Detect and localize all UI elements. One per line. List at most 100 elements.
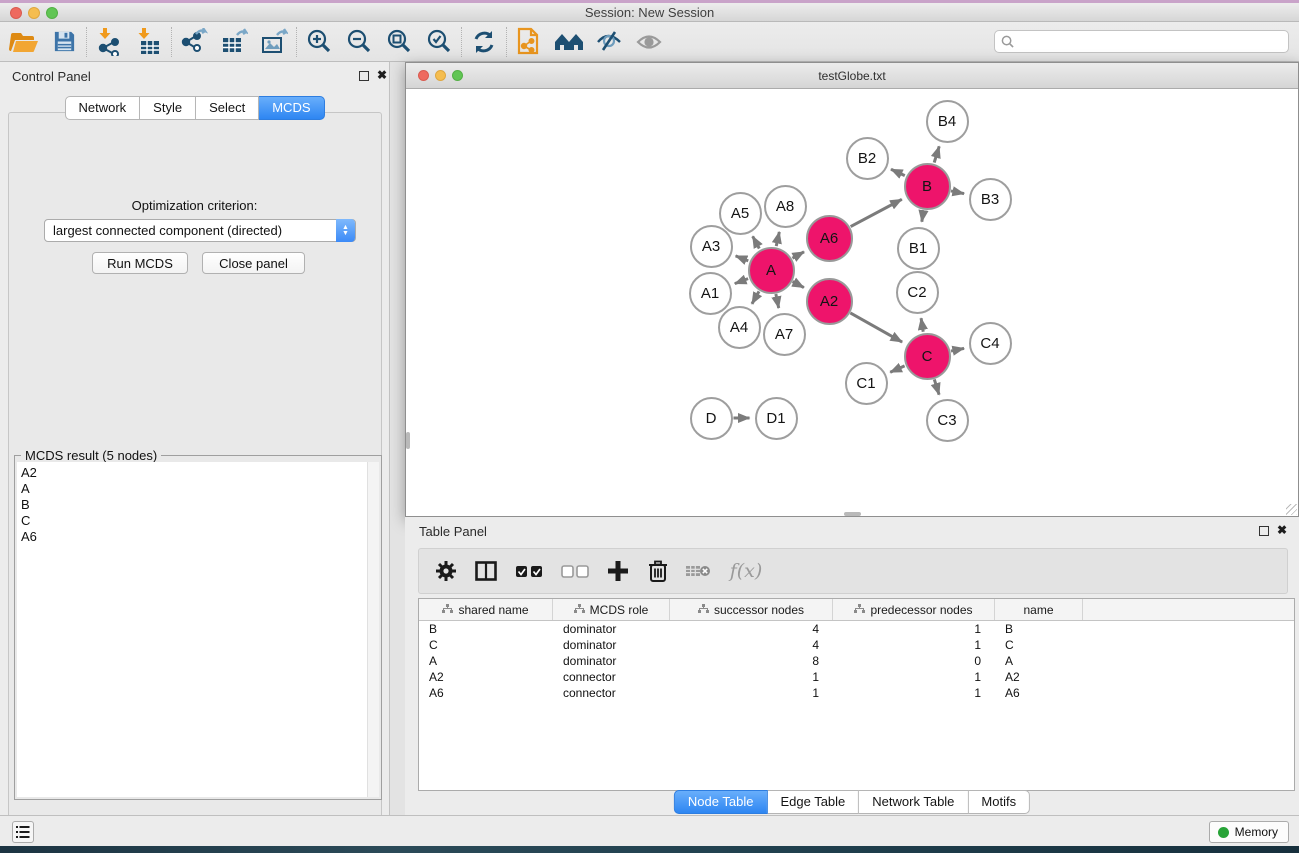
close-panel-icon[interactable]: ✖ xyxy=(377,68,387,82)
memory-button[interactable]: Memory xyxy=(1209,821,1289,843)
edge-A-A8[interactable] xyxy=(776,232,779,246)
tab-network[interactable]: Network xyxy=(64,96,140,120)
edge-A-A2[interactable] xyxy=(793,282,804,288)
deselect-all-columns-icon[interactable] xyxy=(559,556,591,586)
function-builder-icon[interactable]: f(x) xyxy=(725,556,767,586)
column-header-predecessor-nodes[interactable]: predecessor nodes xyxy=(833,599,995,620)
edge-C-C3[interactable] xyxy=(934,379,939,394)
tab-motifs[interactable]: Motifs xyxy=(968,790,1030,814)
close-panel-icon[interactable]: ✖ xyxy=(1277,523,1287,537)
task-history-button[interactable] xyxy=(12,821,34,843)
import-network-icon[interactable] xyxy=(89,25,129,59)
zoom-in-icon[interactable] xyxy=(299,25,339,59)
mcds-result-item[interactable]: A6 xyxy=(21,529,369,545)
edge-B-B3[interactable] xyxy=(951,191,964,194)
add-column-icon[interactable] xyxy=(605,556,631,586)
edge-B-B4[interactable] xyxy=(934,146,939,162)
graph-node-A3[interactable]: A3 xyxy=(690,225,733,268)
edge-A-A4[interactable] xyxy=(752,291,759,304)
graph-node-B1[interactable]: B1 xyxy=(897,227,940,270)
edge-B-B2[interactable] xyxy=(891,169,905,175)
search-field[interactable] xyxy=(994,30,1289,53)
edge-B-B1[interactable] xyxy=(922,210,924,222)
save-session-icon[interactable] xyxy=(44,25,84,59)
mcds-result-list[interactable]: A2ABCA6 xyxy=(17,462,369,797)
hide-panel-eye-icon[interactable] xyxy=(589,25,629,59)
close-panel-button[interactable]: Close panel xyxy=(202,252,305,274)
table-row[interactable]: A2connector11A2 xyxy=(419,669,1294,685)
search-input[interactable] xyxy=(1014,35,1288,49)
graph-node-A5[interactable]: A5 xyxy=(719,192,762,235)
tab-node-table[interactable]: Node Table xyxy=(674,790,768,814)
export-network-icon[interactable] xyxy=(174,25,214,59)
zoom-out-icon[interactable] xyxy=(339,25,379,59)
tab-network-table[interactable]: Network Table xyxy=(859,790,968,814)
delete-table-icon[interactable] xyxy=(685,556,711,586)
edge-A6-B[interactable] xyxy=(851,199,902,226)
graph-node-C[interactable]: C xyxy=(904,333,951,380)
tab-select[interactable]: Select xyxy=(196,96,259,120)
tab-style[interactable]: Style xyxy=(140,96,196,120)
graph-node-A[interactable]: A xyxy=(748,247,795,294)
open-file-icon[interactable] xyxy=(4,25,44,59)
graph-node-A7[interactable]: A7 xyxy=(763,313,806,356)
select-all-columns-icon[interactable] xyxy=(513,556,545,586)
graph-node-C4[interactable]: C4 xyxy=(969,322,1012,365)
float-panel-icon[interactable] xyxy=(359,71,369,81)
graph-node-D[interactable]: D xyxy=(690,397,733,440)
table-options-gear-icon[interactable] xyxy=(433,556,459,586)
edge-C-C1[interactable] xyxy=(890,366,904,372)
edge-A2-C[interactable] xyxy=(850,313,902,342)
network-canvas[interactable]: B4 B2 B B3 B1 A5A8A6 A3 A A1 C2 A2 A4A7 C4 C C1 C3 D D1 xyxy=(406,89,1298,516)
delete-column-trash-icon[interactable] xyxy=(645,556,671,586)
graph-node-A8[interactable]: A8 xyxy=(764,185,807,228)
table-row[interactable]: Cdominator41C xyxy=(419,637,1294,653)
edge-A-A6[interactable] xyxy=(792,252,804,258)
edge-A-A7[interactable] xyxy=(776,294,779,308)
mcds-result-scrollbar[interactable] xyxy=(367,462,379,797)
graph-node-D1[interactable]: D1 xyxy=(755,397,798,440)
table-row[interactable]: Bdominator41B xyxy=(419,621,1294,637)
graph-node-A1[interactable]: A1 xyxy=(689,272,732,315)
import-table-icon[interactable] xyxy=(129,25,169,59)
zoom-selected-icon[interactable] xyxy=(419,25,459,59)
resize-grip-icon[interactable] xyxy=(1286,504,1297,515)
graph-node-B4[interactable]: B4 xyxy=(926,100,969,143)
column-header-name[interactable]: name xyxy=(995,599,1083,620)
table-row[interactable]: A6connector11A6 xyxy=(419,685,1294,701)
graph-node-B[interactable]: B xyxy=(904,163,951,210)
mcds-result-item[interactable]: A2 xyxy=(21,465,369,481)
graph-node-C3[interactable]: C3 xyxy=(926,399,969,442)
tab-mcds[interactable]: MCDS xyxy=(259,96,324,120)
edge-A-A1[interactable] xyxy=(735,279,748,284)
mcds-result-item[interactable]: C xyxy=(21,513,369,529)
graph-node-B3[interactable]: B3 xyxy=(969,178,1012,221)
export-table-icon[interactable] xyxy=(214,25,254,59)
column-header-MCDS-role[interactable]: MCDS role xyxy=(553,599,670,620)
optimization-criterion-dropdown[interactable]: largest connected component (directed) ▲… xyxy=(44,219,356,242)
home-icon[interactable] xyxy=(549,25,589,59)
graph-node-B2[interactable]: B2 xyxy=(846,137,889,180)
column-header-shared-name[interactable]: shared name xyxy=(419,599,553,620)
edge-C-C4[interactable] xyxy=(951,348,964,351)
run-mcds-button[interactable]: Run MCDS xyxy=(92,252,188,274)
tab-edge-table[interactable]: Edge Table xyxy=(767,790,859,814)
edge-A-A5[interactable] xyxy=(753,236,760,248)
graph-node-A6[interactable]: A6 xyxy=(806,215,853,262)
edge-A-A3[interactable] xyxy=(736,256,749,261)
graph-node-C1[interactable]: C1 xyxy=(845,362,888,405)
edge-C-C2[interactable] xyxy=(921,318,923,332)
graph-node-A4[interactable]: A4 xyxy=(718,306,761,349)
zoom-fit-icon[interactable] xyxy=(379,25,419,59)
show-panel-eye-icon[interactable] xyxy=(629,25,669,59)
table-row[interactable]: Adominator80A xyxy=(419,653,1294,669)
export-image-icon[interactable] xyxy=(254,25,294,59)
graph-node-A2[interactable]: A2 xyxy=(806,278,853,325)
refresh-view-icon[interactable] xyxy=(464,25,504,59)
graph-node-C2[interactable]: C2 xyxy=(896,271,939,314)
mcds-result-item[interactable]: B xyxy=(21,497,369,513)
new-network-icon[interactable] xyxy=(509,25,549,59)
mcds-result-item[interactable]: A xyxy=(21,481,369,497)
column-layout-icon[interactable] xyxy=(473,556,499,586)
float-panel-icon[interactable] xyxy=(1259,526,1269,536)
